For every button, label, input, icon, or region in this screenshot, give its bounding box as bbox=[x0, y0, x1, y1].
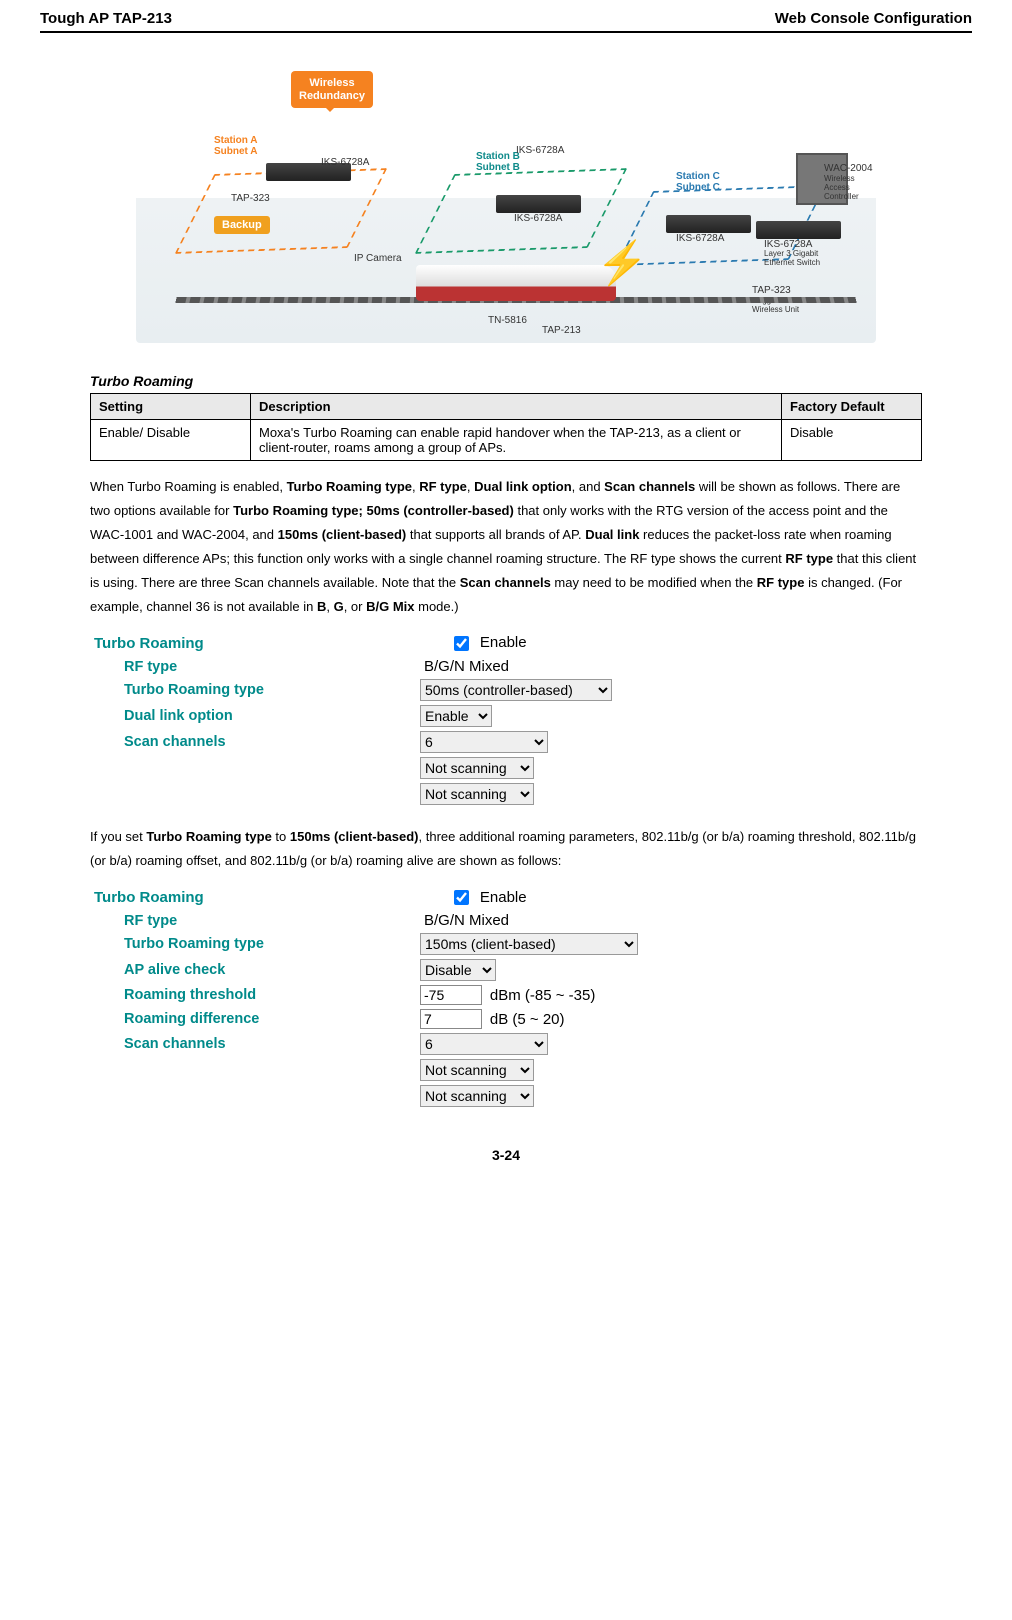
label-roaming-type-1: Turbo Roaming type bbox=[90, 682, 420, 698]
select-scan3-2[interactable]: Not scanning bbox=[420, 1085, 534, 1107]
section-turbo-roaming-title: Turbo Roaming bbox=[90, 373, 922, 389]
label-iks-b: IKS-6728A bbox=[514, 213, 562, 224]
chip-backup: Backup bbox=[214, 216, 270, 234]
text-enable-1: Enable bbox=[476, 634, 527, 651]
checkbox-turbo-enable-1[interactable] bbox=[454, 636, 469, 651]
label-scan-channels-2: Scan channels bbox=[90, 1036, 420, 1052]
label-roaming-type-2: Turbo Roaming type bbox=[90, 936, 420, 952]
label-turbo-roaming-2: Turbo Roaming bbox=[90, 889, 450, 906]
paragraph-1: When Turbo Roaming is enabled, Turbo Roa… bbox=[90, 475, 922, 619]
label-tap213: TAP-213 bbox=[542, 325, 581, 336]
train bbox=[416, 265, 616, 301]
bolt-icon: ⚡ bbox=[596, 239, 648, 288]
label-wac-sub: Wireless Access Controller bbox=[824, 175, 859, 201]
network-diagram: Wireless Redundancy Station A Subnet A S… bbox=[136, 53, 876, 343]
select-scan3-1[interactable]: Not scanning bbox=[420, 783, 534, 805]
td-setting: Enable/ Disable bbox=[91, 420, 251, 461]
label-wac: WAC-2004 bbox=[824, 163, 873, 174]
value-rf-type-2: B/G/N Mixed bbox=[420, 912, 509, 929]
select-scan2-2[interactable]: Not scanning bbox=[420, 1059, 534, 1081]
form-150ms: Turbo Roaming Enable RF type B/G/N Mixed… bbox=[90, 887, 922, 1107]
select-ap-alive[interactable]: Disable bbox=[420, 959, 496, 981]
form-50ms: Turbo Roaming Enable RF type B/G/N Mixed… bbox=[90, 633, 922, 805]
label-roaming-difference: Roaming difference bbox=[90, 1011, 420, 1027]
input-roaming-threshold[interactable] bbox=[420, 985, 482, 1005]
th-default: Factory Default bbox=[782, 394, 922, 420]
input-roaming-difference[interactable] bbox=[420, 1009, 482, 1029]
select-dual-link[interactable]: Enable bbox=[420, 705, 492, 727]
header-right: Web Console Configuration bbox=[775, 10, 972, 27]
select-scan1-2[interactable]: 6 bbox=[420, 1033, 548, 1055]
unit-threshold: dBm (-85 ~ -35) bbox=[486, 987, 595, 1004]
th-description: Description bbox=[251, 394, 782, 420]
label-iks-c: IKS-6728A bbox=[676, 233, 724, 244]
label-scan-channels-1: Scan channels bbox=[90, 734, 420, 750]
unit-difference: dB (5 ~ 20) bbox=[486, 1011, 565, 1028]
label-tn: TN-5816 bbox=[488, 315, 527, 326]
label-rf-type-2: RF type bbox=[90, 913, 420, 929]
text-enable-2: Enable bbox=[476, 889, 527, 906]
label-tap323-l: TAP-323 bbox=[231, 193, 270, 204]
label-station-b: Station B Subnet B bbox=[476, 151, 520, 173]
label-dual-link: Dual link option bbox=[90, 708, 420, 724]
td-description: Moxa's Turbo Roaming can enable rapid ha… bbox=[251, 420, 782, 461]
checkbox-turbo-enable-2[interactable] bbox=[454, 890, 469, 905]
select-scan2-1[interactable]: Not scanning bbox=[420, 757, 534, 779]
label-tap323-r: TAP-323 bbox=[752, 285, 791, 296]
switch-c bbox=[666, 215, 751, 233]
select-scan1-1[interactable]: 6 bbox=[420, 731, 548, 753]
page-header: Tough AP TAP-213 Web Console Configurati… bbox=[40, 10, 972, 33]
label-rf-type-1: RF type bbox=[90, 659, 420, 675]
label-ap-alive: AP alive check bbox=[90, 962, 420, 978]
callout-wireless-redundancy: Wireless Redundancy bbox=[291, 71, 373, 108]
switch-b bbox=[496, 195, 581, 213]
header-left: Tough AP TAP-213 bbox=[40, 10, 172, 27]
label-iks-r-sub: Layer 3 Gigabit Ethernet Switch bbox=[764, 250, 820, 268]
page-number: 3-24 bbox=[40, 1147, 972, 1163]
label-iks-a: IKS-6728A bbox=[321, 157, 369, 168]
label-iks-top: IKS-6728A bbox=[516, 145, 564, 156]
label-ipcam: IP Camera bbox=[354, 253, 402, 264]
th-setting: Setting bbox=[91, 394, 251, 420]
turbo-roaming-table: Setting Description Factory Default Enab… bbox=[90, 393, 922, 461]
value-rf-type-1: B/G/N Mixed bbox=[420, 658, 509, 675]
label-station-a: Station A Subnet A bbox=[214, 135, 258, 157]
select-roaming-type-1[interactable]: 50ms (controller-based) bbox=[420, 679, 612, 701]
label-roaming-threshold: Roaming threshold bbox=[90, 987, 420, 1003]
label-turbo-roaming: Turbo Roaming bbox=[90, 635, 450, 652]
label-station-c: Station C Subnet C bbox=[676, 171, 720, 193]
switch-r bbox=[756, 221, 841, 239]
paragraph-2: If you set Turbo Roaming type to 150ms (… bbox=[90, 825, 922, 873]
select-roaming-type-2[interactable]: 150ms (client-based) bbox=[420, 933, 638, 955]
td-default: Disable bbox=[782, 420, 922, 461]
